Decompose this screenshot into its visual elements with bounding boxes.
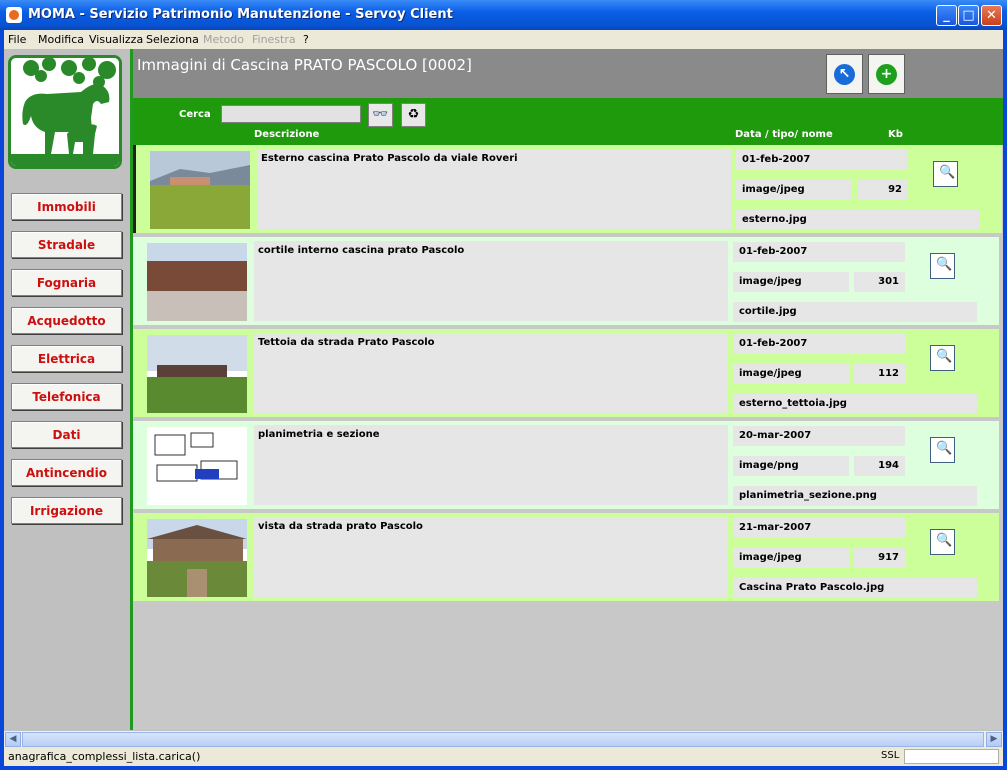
search-label: Cerca <box>179 109 211 120</box>
menu-bar: File Modifica Visualizza Seleziona Metod… <box>4 30 1003 49</box>
arrow-back-icon: ↖ <box>834 64 855 85</box>
magnifier-icon: 🔍 <box>936 533 953 548</box>
menu-file[interactable]: File <box>8 33 26 46</box>
close-button[interactable]: ✕ <box>981 5 1002 26</box>
maximize-button[interactable]: □ <box>958 5 979 26</box>
page-header: Immagini di Cascina PRATO PASCOLO [0002]… <box>133 49 1003 98</box>
row-description: planimetria e sezione <box>254 425 728 505</box>
menu-metodo: Metodo <box>203 33 245 46</box>
column-meta: Data / tipo/ nome <box>735 129 833 140</box>
row-type: image/jpeg <box>733 272 849 292</box>
client-area: Immobili Stradale Fognaria Acquedotto El… <box>4 49 1003 730</box>
nav-telefonica[interactable]: Telefonica <box>11 383 122 410</box>
row-description: cortile interno cascina prato Pascolo <box>254 241 728 321</box>
row-filename: cortile.jpg <box>733 302 977 322</box>
row-filename: planimetria_sezione.png <box>733 486 977 506</box>
view-image-button[interactable]: 🔍 <box>930 437 955 463</box>
search-input[interactable] <box>221 105 361 123</box>
table-row[interactable]: vista da strada prato Pascolo 21-mar-200… <box>133 513 999 601</box>
magnifier-icon: 🔍 <box>939 165 956 180</box>
window-title: MOMA - Servizio Patrimonio Manutenzione … <box>28 7 453 22</box>
row-filename: esterno.jpg <box>736 210 980 230</box>
row-date: 01-feb-2007 <box>733 242 905 262</box>
magnifier-icon: 🔍 <box>936 349 953 364</box>
app-icon <box>6 7 22 23</box>
row-kb: 194 <box>854 456 905 476</box>
progress-field <box>904 749 999 764</box>
back-button[interactable]: ↖ <box>826 54 863 94</box>
nav-fognaria[interactable]: Fognaria <box>11 269 122 296</box>
table-row[interactable]: Tettoia da strada Prato Pascolo 01-feb-2… <box>133 329 999 417</box>
magnifier-icon: 🔍 <box>936 257 953 272</box>
plus-icon: + <box>876 64 897 85</box>
thumbnail-image <box>147 335 247 413</box>
row-date: 21-mar-2007 <box>733 518 905 538</box>
nav-stradale[interactable]: Stradale <box>11 231 122 258</box>
page-title: Immagini di Cascina PRATO PASCOLO [0002] <box>137 56 472 74</box>
row-type: image/jpeg <box>736 180 852 200</box>
view-image-button[interactable]: 🔍 <box>930 529 955 555</box>
menu-help[interactable]: ? <box>303 33 309 46</box>
row-date: 01-feb-2007 <box>733 334 905 354</box>
ssl-indicator: SSL <box>881 750 900 761</box>
column-kb: Kb <box>888 129 903 140</box>
thumbnail-image <box>147 519 247 597</box>
minimize-button[interactable]: _ <box>936 5 957 26</box>
row-type: image/jpeg <box>733 548 849 568</box>
search-binoculars-button[interactable]: 👓 <box>368 103 393 127</box>
horizontal-scrollbar[interactable]: ◀ ▶ <box>4 730 1003 748</box>
menu-visualizza[interactable]: Visualizza <box>89 33 143 46</box>
thumbnail-image <box>147 427 247 505</box>
title-bar: MOMA - Servizio Patrimonio Manutenzione … <box>0 0 1007 30</box>
thumbnail-image <box>150 151 250 229</box>
nav-elettrica[interactable]: Elettrica <box>11 345 122 372</box>
left-panel: Immobili Stradale Fognaria Acquedotto El… <box>4 49 133 730</box>
magnifier-icon: 🔍 <box>936 441 953 456</box>
status-text: anagrafica_complessi_lista.carica() <box>8 750 201 763</box>
view-image-button[interactable]: 🔍 <box>930 253 955 279</box>
menu-seleziona[interactable]: Seleziona <box>146 33 199 46</box>
row-kb: 301 <box>854 272 905 292</box>
add-button[interactable]: + <box>868 54 905 94</box>
binoculars-icon: 👓 <box>372 107 389 122</box>
search-bar: Cerca 👓 ♻ Descrizione Data / tipo/ nome … <box>133 98 1003 145</box>
row-type: image/png <box>733 456 849 476</box>
nav-irrigazione[interactable]: Irrigazione <box>11 497 122 524</box>
nav-dati[interactable]: Dati <box>11 421 122 448</box>
view-image-button[interactable]: 🔍 <box>933 161 958 187</box>
row-description: vista da strada prato Pascolo <box>254 517 728 597</box>
menu-finestra: Finestra <box>252 33 296 46</box>
nav-acquedotto[interactable]: Acquedotto <box>11 307 122 334</box>
row-filename: Cascina Prato Pascolo.jpg <box>733 578 977 598</box>
nav-antincendio[interactable]: Antincendio <box>11 459 122 486</box>
table-row[interactable]: planimetria e sezione 20-mar-2007 image/… <box>133 421 999 509</box>
row-date: 01-feb-2007 <box>736 150 908 170</box>
scroll-left-icon[interactable]: ◀ <box>5 732 21 747</box>
table-row[interactable]: Esterno cascina Prato Pascolo da viale R… <box>133 145 1002 233</box>
app-window: MOMA - Servizio Patrimonio Manutenzione … <box>0 0 1007 770</box>
search-reset-button[interactable]: ♻ <box>401 103 426 127</box>
row-filename: esterno_tettoia.jpg <box>733 394 977 414</box>
status-bar: anagrafica_complessi_lista.carica() SSL <box>4 747 1003 766</box>
menu-modifica[interactable]: Modifica <box>38 33 84 46</box>
row-description: Esterno cascina Prato Pascolo da viale R… <box>257 149 731 229</box>
row-type: image/jpeg <box>733 364 849 384</box>
scroll-right-icon[interactable]: ▶ <box>986 732 1002 747</box>
binoculars-reset-icon: ♻ <box>407 107 420 122</box>
row-description: Tettoia da strada Prato Pascolo <box>254 333 728 413</box>
row-date: 20-mar-2007 <box>733 426 905 446</box>
row-kb: 917 <box>854 548 905 568</box>
logo-horse-icon <box>8 55 122 169</box>
column-description: Descrizione <box>254 129 320 140</box>
main-panel: Immagini di Cascina PRATO PASCOLO [0002]… <box>133 49 1003 730</box>
row-kb: 92 <box>857 180 908 200</box>
scroll-thumb[interactable] <box>22 732 984 747</box>
nav-immobili[interactable]: Immobili <box>11 193 122 220</box>
table-row[interactable]: cortile interno cascina prato Pascolo 01… <box>133 237 999 325</box>
row-kb: 112 <box>854 364 905 384</box>
thumbnail-image <box>147 243 247 321</box>
view-image-button[interactable]: 🔍 <box>930 345 955 371</box>
